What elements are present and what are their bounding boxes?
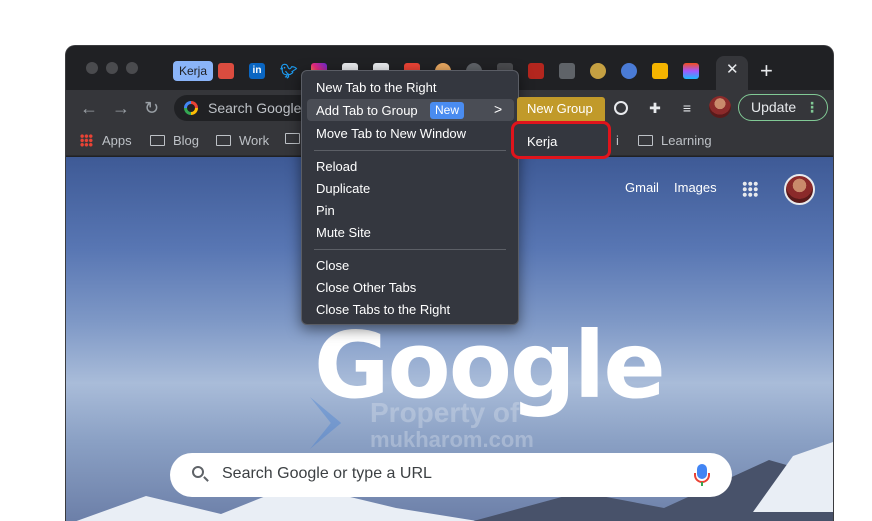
record-icon[interactable]: [614, 101, 628, 115]
menu-close-tabs-right[interactable]: Close Tabs to the Right: [316, 302, 450, 317]
close-window-button[interactable]: [86, 62, 98, 74]
zoom-window-button[interactable]: [126, 62, 138, 74]
bookmark-label: Learning: [661, 133, 712, 148]
tab-group-kerja[interactable]: Kerja: [173, 61, 214, 81]
submenu-group-kerja[interactable]: Kerja: [511, 121, 611, 159]
badge-icon[interactable]: [590, 63, 606, 79]
puzzle-extensions-icon[interactable]: ✚: [646, 99, 664, 117]
images-link[interactable]: Images: [674, 180, 717, 195]
back-button[interactable]: ←: [80, 98, 98, 118]
search-icon: [192, 466, 204, 478]
watermark-logo-icon: [310, 397, 342, 449]
menu-move-tab-new-window[interactable]: Move Tab to New Window: [316, 126, 466, 141]
bookmark-folder-blog[interactable]: Blog: [150, 133, 199, 148]
search-box[interactable]: Search Google or type a URL: [170, 453, 732, 497]
nordvpn-icon[interactable]: [621, 63, 637, 79]
apps-grid-icon: [80, 134, 93, 147]
gmail-link[interactable]: Gmail: [625, 180, 659, 195]
bookmark-folder-partial-2[interactable]: i: [616, 133, 619, 148]
menu-duplicate[interactable]: Duplicate: [316, 181, 370, 196]
menu-dots-icon[interactable]: ⋮: [805, 95, 819, 120]
new-tab-button[interactable]: +: [760, 58, 773, 84]
address-bar-text: Search Google: [208, 100, 302, 116]
update-label: Update: [751, 99, 797, 115]
bookmark-icon[interactable]: [559, 63, 575, 79]
bookmark-folder-work[interactable]: Work: [216, 133, 269, 148]
bookmark-folder-learning[interactable]: Learning: [638, 133, 712, 148]
bookmark-apps[interactable]: Apps: [80, 133, 132, 148]
menu-close-other-tabs[interactable]: Close Other Tabs: [316, 280, 416, 295]
linkedin-icon[interactable]: in: [249, 63, 265, 79]
menu-close[interactable]: Close: [316, 258, 349, 273]
menu-add-tab-to-group[interactable]: Add Tab to Group: [316, 103, 418, 118]
bookmark-label: Apps: [102, 133, 132, 148]
account-avatar[interactable]: [784, 174, 815, 205]
submenu-new-group[interactable]: New Group: [517, 97, 605, 121]
menu-new-tab-right[interactable]: New Tab to the Right: [316, 80, 436, 95]
menu-reload[interactable]: Reload: [316, 159, 357, 174]
menu-divider: [314, 150, 506, 151]
folder-icon: [150, 135, 165, 146]
submenu-group-kerja-label: Kerja: [527, 134, 558, 149]
microphone-icon[interactable]: [694, 464, 710, 486]
minimize-window-button[interactable]: [106, 62, 118, 74]
folder-icon: [285, 133, 300, 144]
watermark-line-2: mukharom.com: [370, 427, 534, 452]
menu-pin[interactable]: Pin: [316, 203, 335, 218]
search-placeholder: Search Google or type a URL: [222, 465, 432, 482]
todoist-icon[interactable]: [218, 63, 234, 79]
google-apps-icon[interactable]: [742, 181, 758, 197]
reload-button[interactable]: ↻: [144, 98, 159, 118]
update-button[interactable]: Update ⋮: [738, 94, 828, 121]
figma-icon[interactable]: [683, 63, 699, 79]
bookmark-label: Blog: [173, 133, 200, 148]
folder-icon: [638, 135, 653, 146]
close-tab-icon[interactable]: ✕: [726, 60, 739, 78]
menu-mute-site[interactable]: Mute Site: [316, 225, 371, 240]
chevron-right-icon: >: [494, 101, 503, 117]
new-badge: New: [430, 102, 465, 119]
classroom-icon[interactable]: [652, 63, 668, 79]
reading-list-icon[interactable]: ≡: [678, 99, 696, 117]
google-g-icon: [184, 101, 198, 115]
bookmark-label: Work: [239, 133, 270, 148]
bookmark-label: i: [616, 133, 619, 148]
watermark: Property of mukharom.com: [310, 397, 580, 457]
watermark-line-1: Property of: [370, 397, 520, 428]
profile-avatar[interactable]: [709, 96, 731, 118]
twitter-icon[interactable]: 🐦︎: [280, 63, 298, 79]
folder-icon: [216, 135, 231, 146]
menu-divider: [314, 249, 506, 250]
wakatime-icon[interactable]: [528, 63, 544, 79]
forward-button[interactable]: →: [112, 98, 130, 118]
tab-context-menu: New Tab to the Right Add Tab to Group Ne…: [301, 70, 519, 325]
